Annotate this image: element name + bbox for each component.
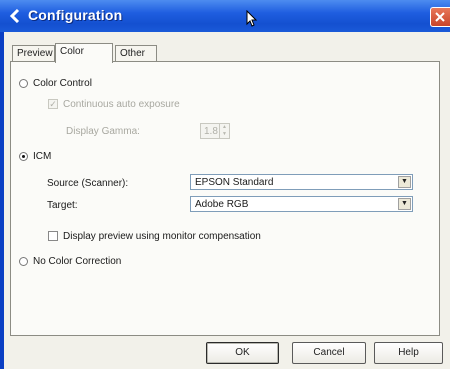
- monitor-compensation-label: Display preview using monitor compensati…: [63, 231, 261, 242]
- source-scanner-select[interactable]: EPSON Standard ▼: [190, 174, 413, 190]
- display-gamma-value: 1.8: [204, 126, 218, 137]
- chevron-down-icon[interactable]: ▼: [398, 198, 411, 210]
- help-button[interactable]: Help: [374, 342, 443, 364]
- spinner-arrows-icon[interactable]: ▲ ▼: [219, 124, 229, 138]
- continuous-auto-exposure-checkbox[interactable]: ✓: [48, 99, 58, 109]
- target-value: Adobe RGB: [195, 199, 249, 210]
- no-color-correction-radio[interactable]: [19, 257, 28, 266]
- source-scanner-value: EPSON Standard: [195, 177, 274, 188]
- mouse-cursor-icon: [246, 10, 258, 27]
- no-color-correction-label: No Color Correction: [33, 256, 122, 267]
- close-button[interactable]: [430, 7, 450, 27]
- tab-color[interactable]: Color: [55, 43, 113, 63]
- target-label: Target:: [47, 200, 78, 211]
- window-border: [0, 32, 4, 369]
- tab-other[interactable]: Other: [115, 45, 157, 62]
- cancel-button[interactable]: Cancel: [292, 342, 366, 364]
- monitor-compensation-checkbox[interactable]: [48, 231, 58, 241]
- chevron-down-icon[interactable]: ▼: [398, 176, 411, 188]
- color-control-radio[interactable]: [19, 79, 28, 88]
- icm-label: ICM: [33, 151, 52, 162]
- close-icon: [435, 12, 445, 22]
- scanner-app-icon: [9, 9, 20, 23]
- window-title: Configuration: [28, 7, 123, 23]
- display-gamma-spinner[interactable]: 1.8 ▲ ▼: [200, 123, 230, 139]
- color-control-label: Color Control: [33, 78, 92, 89]
- tab-label: Other: [120, 48, 146, 59]
- continuous-auto-exposure-label: Continuous auto exposure: [63, 99, 180, 110]
- icm-radio[interactable]: [19, 152, 28, 161]
- target-select[interactable]: Adobe RGB ▼: [190, 196, 413, 212]
- tab-label: Preview: [17, 48, 53, 59]
- ok-button[interactable]: OK: [206, 342, 279, 364]
- tab-preview[interactable]: Preview: [12, 45, 55, 62]
- display-gamma-label: Display Gamma:: [66, 126, 140, 137]
- title-bar[interactable]: Configuration: [0, 0, 450, 32]
- source-scanner-label: Source (Scanner):: [47, 178, 129, 189]
- tab-label: Color: [60, 46, 84, 57]
